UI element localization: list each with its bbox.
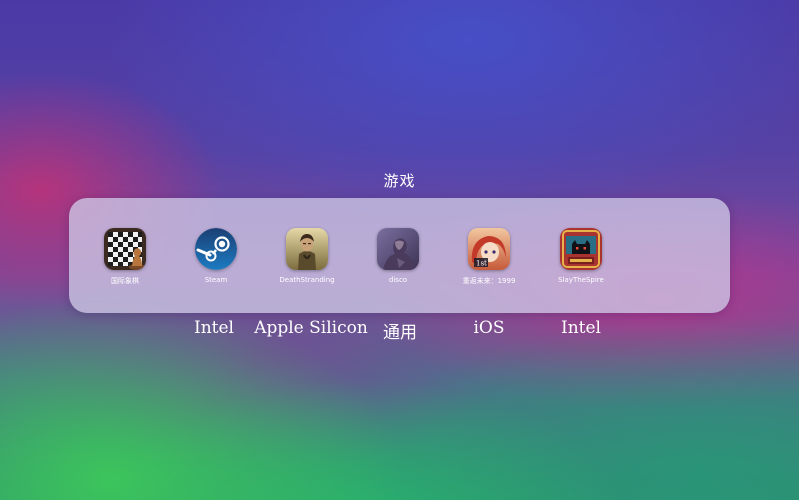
app-death-stranding[interactable]: DeathStranding (262, 228, 352, 284)
svg-text:1st: 1st (476, 260, 487, 268)
death-stranding-icon (286, 228, 328, 270)
folder-title: 游戏 (383, 172, 416, 190)
app-disco[interactable]: disco (353, 228, 443, 284)
chess-icon (104, 228, 146, 270)
app-label: SlayTheSpire (558, 276, 604, 284)
app-label: 重返未来：1999 (462, 277, 516, 285)
app-slay-the-spire[interactable]: SlayTheSpire (536, 228, 626, 284)
slay-the-spire-icon (560, 228, 602, 270)
steam-icon (195, 228, 237, 270)
folder-panel: 国际象棋 Steam DeathStranding disco 1st 重返未来… (69, 198, 730, 313)
arch-label-death-stranding: Apple Silicon (254, 318, 368, 338)
reverse-1999-icon: 1st (468, 228, 510, 270)
arch-label-disco: 通用 (383, 323, 417, 343)
app-label: disco (388, 276, 408, 284)
app-label: Steam (204, 276, 228, 284)
app-label: DeathStranding (279, 276, 335, 284)
app-chess[interactable]: 国际象棋 (80, 228, 170, 286)
arch-label-slay-the-spire: Intel (561, 318, 601, 338)
arch-label-reverse-1999: iOS (473, 318, 505, 338)
arch-label-steam: Intel (194, 318, 234, 338)
app-reverse-1999[interactable]: 1st 重返未来：1999 (444, 228, 534, 286)
app-label: 国际象棋 (111, 277, 139, 285)
app-steam[interactable]: Steam (171, 228, 261, 284)
disco-icon (377, 228, 419, 270)
